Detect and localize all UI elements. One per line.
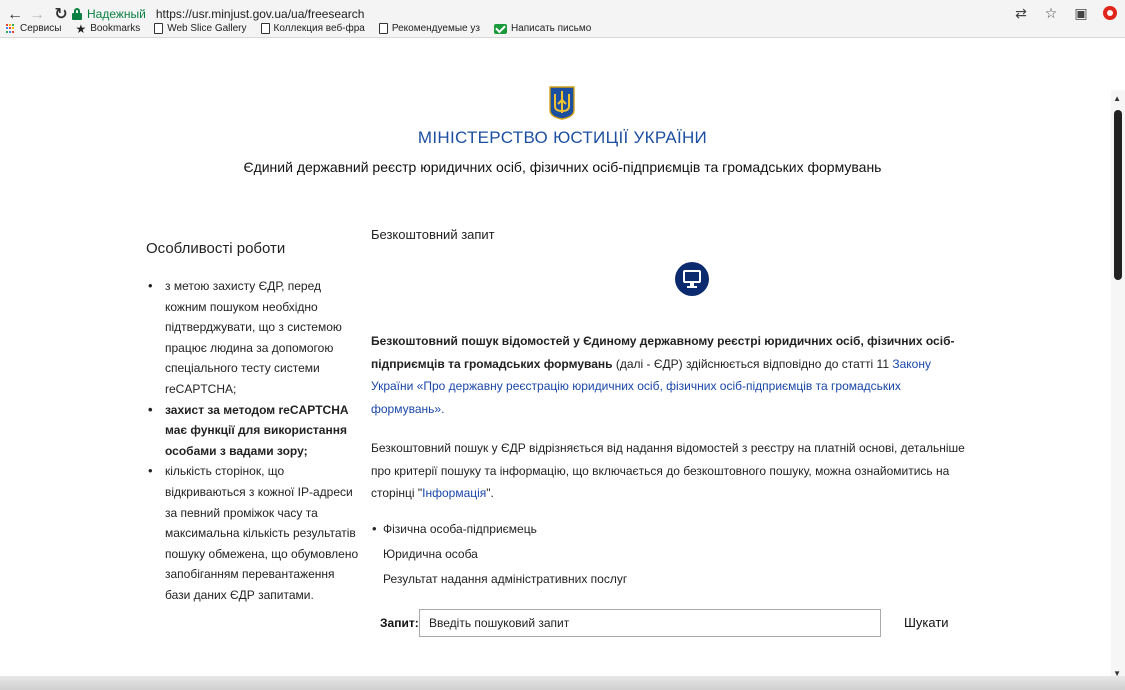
monitor-icon	[675, 262, 709, 296]
list-item: захист за методом reCAPTCHA має функції …	[148, 400, 360, 462]
mail-icon	[493, 23, 507, 34]
tab-individual-entrepreneur[interactable]: Фізична особа-підприємець	[372, 519, 627, 544]
bookmark-label: Рекомендуемые уз	[391, 23, 480, 34]
features-list: з метою захисту ЄДР, перед кожним пошуко…	[148, 276, 360, 606]
page-icon	[154, 23, 164, 34]
list-item: з метою захисту ЄДР, перед кожним пошуко…	[148, 276, 360, 400]
search-button[interactable]: Шукати	[904, 615, 949, 630]
intro-text: (далі - ЄДР) здійснюється відповідно до …	[612, 356, 893, 371]
page-heading: Безкоштовний запит	[371, 227, 495, 242]
opera-extension-icon[interactable]	[1103, 6, 1117, 20]
bookmark-services[interactable]: Сервисы	[6, 23, 61, 34]
bookmark-collection[interactable]: Коллекция веб-фра	[260, 23, 365, 34]
tab-admin-services-result[interactable]: Результат надання адміністративних послу…	[373, 569, 627, 594]
bookmark-write-mail[interactable]: Написать письмо	[493, 23, 592, 34]
scroll-up-icon[interactable]: ▲	[1113, 94, 1121, 103]
information-link[interactable]: Інформація	[422, 486, 486, 500]
page-icon	[260, 23, 270, 34]
ukraine-trident-emblem-icon	[549, 86, 575, 120]
ministry-title: МІНІСТЕРСТВО ЮСТИЦІЇ УКРАЇНИ	[417, 128, 708, 147]
bookmark-recommended[interactable]: Рекомендуемые уз	[378, 23, 480, 34]
page-icon	[378, 23, 388, 34]
tab-legal-entity[interactable]: Юридична особа	[373, 544, 627, 569]
bookmark-label: Коллекция веб-фра	[273, 23, 365, 34]
list-item: кількість сторінок, що відкриваються з к…	[148, 461, 360, 605]
bookmark-label: Сервисы	[20, 23, 62, 34]
bookmark-web-slice-gallery[interactable]: Web Slice Gallery	[154, 23, 247, 34]
page-scrollbar[interactable]: ▲ ▼	[1111, 90, 1125, 680]
info-text-end: ".	[486, 486, 494, 500]
bottom-edge	[0, 676, 1125, 690]
browser-chrome: ← → ↻ Надежный https://usr.minjust.gov.u…	[0, 0, 1125, 38]
info-paragraph: Безкоштовний пошук у ЄДР відрізняється в…	[371, 437, 971, 505]
bookmark-bookmarks[interactable]: ★ Bookmarks	[75, 21, 141, 36]
bookmark-label: Web Slice Gallery	[167, 23, 247, 34]
search-type-tabs: Фізична особа-підприємець Юридична особа…	[372, 519, 627, 594]
bookmark-label: Bookmarks	[90, 23, 141, 34]
query-label: Запит:	[380, 616, 419, 630]
bookmarks-bar: Сервисы ★ Bookmarks Web Slice Gallery Ко…	[0, 19, 1125, 38]
sidebar-title: Особливості роботи	[146, 240, 286, 257]
bookmark-label: Написать письмо	[510, 23, 592, 34]
registry-title: Єдиний державний реєстр юридичних осіб, …	[243, 159, 882, 175]
intro-paragraph: Безкоштовний пошук відомостей у Єдиному …	[371, 330, 971, 420]
search-input[interactable]	[419, 609, 881, 637]
star-icon: ★	[75, 21, 87, 36]
apps-grid-icon	[6, 23, 16, 34]
